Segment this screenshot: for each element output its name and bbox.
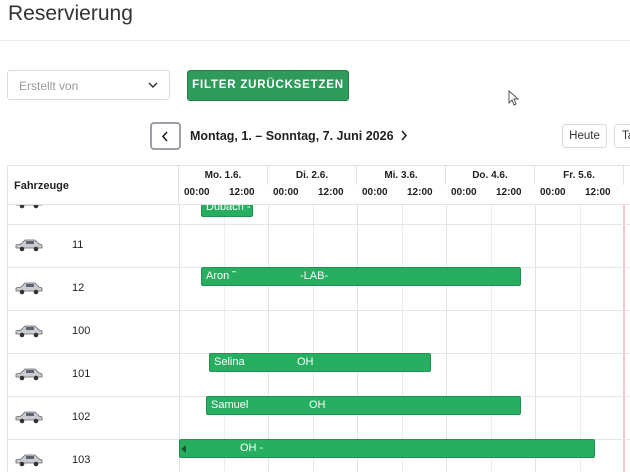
reservation-bar[interactable]: OH - [179,439,595,458]
chevron-down-icon [148,82,158,89]
reservation-bar[interactable]: Aron ˜ -LAB- [201,267,521,286]
page-title: Reservierung [8,2,133,25]
grid-line [224,184,225,472]
grid-line [580,184,581,472]
reservation-note: OH [297,356,314,368]
vehicles-column-header: Fahrzeuge [7,165,179,205]
reservation-name: Selina [214,356,245,368]
car-icon [15,282,43,295]
vehicle-row[interactable]: 12 [8,267,179,310]
reservation-name: Samuel [211,399,249,411]
reservation-note: OH [309,399,326,411]
hour-label: 00:00 [540,187,566,198]
vehicles-header-label: Fahrzeuge [14,180,70,192]
vehicle-number: 100 [72,325,91,337]
car-icon [15,411,43,424]
grid-line [402,184,403,472]
reservation-bar[interactable]: Selina OH [209,353,431,372]
day-header: Fr. 5.6. [535,166,624,185]
days-header: Mo. 1.6. Di. 2.6. Mi. 3.6. Do. 4.6. Fr. … [179,165,630,205]
hour-label: 12:00 [229,187,255,198]
car-icon [15,454,43,467]
day-header: Mo. 1.6. [179,166,268,185]
hour-label: 12:00 [496,187,522,198]
hour-label: 00:00 [184,187,210,198]
hour-label: 12:00 [318,187,344,198]
hour-label: 12:00 [407,187,433,198]
vehicle-row[interactable]: 100 [8,310,179,353]
continues-left-icon [181,445,186,453]
created-by-placeholder: Erstellt von [19,79,79,93]
car-icon [15,325,43,338]
vehicle-row[interactable]: 103 [8,439,179,472]
grid-line [446,165,447,472]
mouse-cursor-icon [508,90,520,106]
reset-filter-button[interactable]: FILTER ZURÜCKSETZEN [187,70,349,101]
reservation-note: OH - [240,442,264,454]
car-icon [15,368,43,381]
grid-border [179,205,180,472]
day-header: Do. 4.6. [446,166,535,185]
hour-label: 12:00 [585,187,611,198]
vehicle-row[interactable]: 11 [8,224,179,267]
created-by-select[interactable]: Erstellt von [7,70,170,100]
vehicle-number: 12 [72,282,85,294]
chevron-left-icon [161,131,168,142]
hour-label: 00:00 [273,187,299,198]
hour-label: 00:00 [451,187,477,198]
reservation-calendar: 10/10 11 12 100 101 102 103 Dubach - Aro… [0,165,630,472]
grid-line [491,184,492,472]
grid-line [535,165,536,472]
vehicle-number: 11 [72,239,84,251]
current-time-line [623,165,625,472]
vehicle-row[interactable]: 101 [8,353,179,396]
vehicle-number: 101 [72,368,91,380]
header-divider [0,40,630,41]
grid-line [357,165,358,472]
date-range-label: Montag, 1. – Sonntag, 7. Juni 2026 [190,129,394,143]
view-day-button[interactable]: Ta [614,124,630,148]
reservation-note: -LAB- [300,270,329,282]
today-button[interactable]: Heute [562,124,607,148]
car-icon [15,239,43,252]
day-header: Di. 2.6. [268,166,357,185]
next-week-button[interactable] [395,126,415,146]
reservation-name: Aron ˜ [206,270,236,282]
hour-label: 00:00 [362,187,388,198]
grid-line [268,165,269,472]
vehicle-number: 102 [72,411,91,423]
day-header: Mi. 3.6. [357,166,446,185]
vehicle-number: 103 [72,454,91,466]
vehicle-row[interactable]: 102 [8,396,179,439]
chevron-right-icon [401,130,408,141]
reservation-bar[interactable]: Samuel OH [206,396,521,415]
previous-week-button[interactable] [150,122,181,150]
grid-line [313,184,314,472]
